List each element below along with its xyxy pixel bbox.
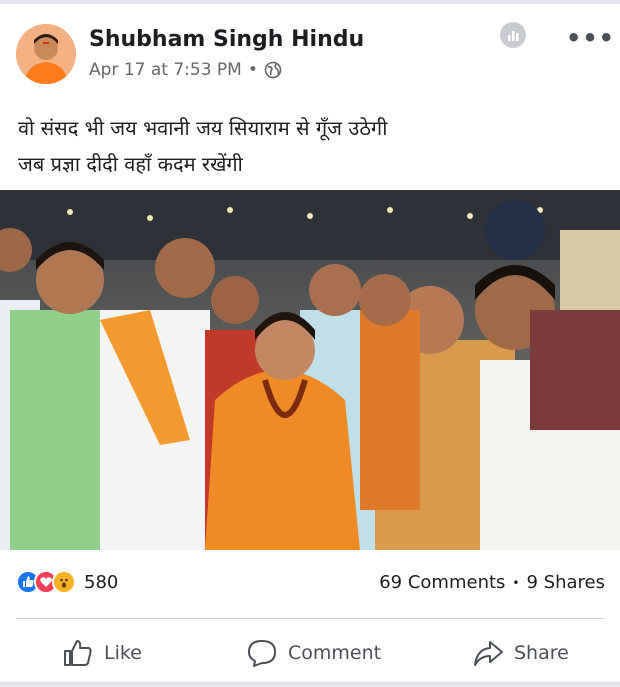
author-name[interactable]: Shubham Singh Hindu — [89, 27, 364, 52]
like-button[interactable]: Like — [62, 632, 142, 674]
action-bar: Like Comment Share — [0, 632, 620, 674]
insights-icon[interactable] — [500, 22, 526, 48]
post-meta: Apr 17 at 7:53 PM • — [89, 60, 282, 80]
comments-count[interactable]: 69 Comments — [379, 572, 505, 593]
post-photo[interactable] — [0, 190, 620, 550]
post-text-line: जब प्रज्ञा दीदी वहाँ कदम रखेंगी — [18, 152, 243, 176]
post-text: वो संसद भी जय भवानी जय सियाराम से गूँज उ… — [18, 110, 608, 182]
avatar[interactable] — [16, 24, 76, 84]
post-card: Shubham Singh Hindu Apr 17 at 7:53 PM • … — [0, 4, 620, 682]
share-label: Share — [514, 642, 569, 664]
thumbs-up-icon — [64, 640, 92, 666]
counts-separator: • — [512, 575, 520, 590]
reactions-summary[interactable]: 580 — [16, 570, 118, 594]
reaction-count: 580 — [84, 571, 119, 593]
globe-icon — [264, 61, 282, 79]
divider — [16, 618, 604, 619]
wow-reaction-icon — [52, 570, 76, 594]
like-label: Like — [104, 642, 142, 664]
comment-icon — [248, 640, 276, 667]
shares-count[interactable]: 9 Shares — [527, 572, 606, 593]
share-button[interactable]: Share — [472, 632, 569, 674]
post-text-line: वो संसद भी जय भवानी जय सियाराम से गूँज उ… — [18, 116, 388, 140]
share-icon — [474, 641, 503, 666]
comment-button[interactable]: Comment — [246, 632, 381, 674]
engagement-counts: 69 Comments • 9 Shares — [379, 572, 605, 593]
meta-separator: • — [247, 60, 258, 80]
timestamp[interactable]: Apr 17 at 7:53 PM — [89, 60, 242, 80]
bottom-strip — [0, 682, 620, 687]
more-options-icon[interactable]: ••• — [566, 24, 615, 52]
comment-label: Comment — [288, 642, 382, 664]
